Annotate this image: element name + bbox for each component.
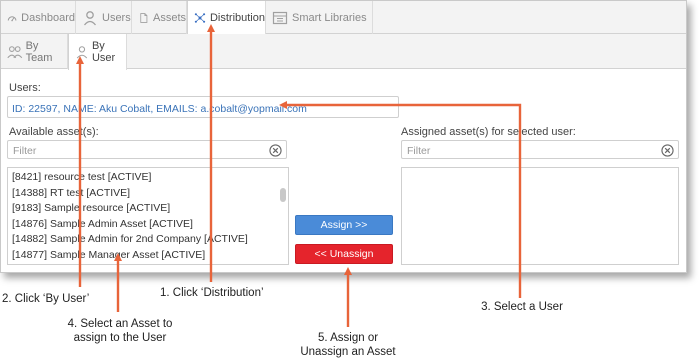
list-item[interactable]: [14876] Sample Admin Asset [ACTIVE] [8,218,288,234]
tab-label: Users [102,11,131,24]
document-icon [140,12,148,23]
app-window: Dashboard Users Assets Distribution Smar… [0,0,687,273]
subtab-label: By User [91,40,116,64]
annotation-step2: 2. Click ‘By User’ [2,293,90,305]
annotation-step5: 5. Assign or Unassign an Asset [288,331,408,359]
user-icon [83,10,97,25]
available-assets-list[interactable]: [8421] resource test [ACTIVE] [14388] RT… [7,167,289,265]
user-icon [76,46,88,59]
tab-label: Assets [152,11,186,24]
annotation-step5-line1: 5. Assign or [317,332,379,344]
clear-icon[interactable] [661,144,674,157]
top-nav: Dashboard Users Assets Distribution Smar… [1,1,686,35]
available-assets-label: Available asset(s): [9,126,99,138]
assigned-filter-input[interactable]: Filter [401,140,679,159]
dashboard-icon [7,15,17,21]
filter-placeholder: Filter [13,145,37,157]
list-item[interactable]: [8421] resource test [ACTIVE] [8,171,288,187]
assigned-assets-list[interactable] [401,167,679,265]
assign-button[interactable]: Assign >> [295,215,393,235]
tab-assets[interactable]: Assets [132,1,187,34]
team-icon [7,45,23,58]
tab-smart-libraries[interactable]: Smart Libraries [266,1,373,34]
sub-nav: By Team By User [1,34,686,70]
annotation-step4-line2: assign to the User [73,332,167,344]
users-label: Users: [9,82,41,94]
user-select-field[interactable]: ID: 22597, NAME: Aku Cobalt, EMAILS: a.c… [7,96,399,118]
distribution-icon [194,13,206,23]
tab-dashboard[interactable]: Dashboard [1,1,76,34]
annotation-step3: 3. Select a User [481,301,563,313]
tab-label: Smart Libraries [292,11,367,24]
list-item[interactable]: [14882] Sample Admin for 2nd Company [AC… [8,233,288,249]
tab-distribution[interactable]: Distribution [187,1,266,35]
library-icon [272,11,288,24]
list-item[interactable]: [14877] Sample Manager Asset [ACTIVE] [8,249,288,265]
subtab-by-team[interactable]: By Team [1,34,68,69]
tab-label: Dashboard [21,11,75,24]
tab-label: Distribution [209,12,265,24]
list-item[interactable]: [9183] Sample resource [ACTIVE] [8,202,288,218]
available-filter-input[interactable]: Filter [7,140,287,159]
tab-users[interactable]: Users [76,1,132,34]
unassign-button[interactable]: << Unassign [295,244,393,264]
clear-icon[interactable] [269,144,282,157]
subtab-label: By Team [25,39,53,64]
list-scrollbar[interactable] [280,188,286,202]
annotation-step4-line1: 4. Select an Asset to [67,318,173,330]
annotation-step5-line2: Unassign an Asset [300,346,396,358]
annotation-step1: 1. Click ‘Distribution’ [160,287,264,299]
filter-placeholder: Filter [407,145,431,157]
subtab-by-user[interactable]: By User [68,34,127,70]
annotation-step4: 4. Select an Asset to assign to the User [54,317,186,345]
assigned-assets-label: Assigned asset(s) for selected user: [401,126,576,138]
list-item[interactable]: [14388] RT test [ACTIVE] [8,187,288,203]
